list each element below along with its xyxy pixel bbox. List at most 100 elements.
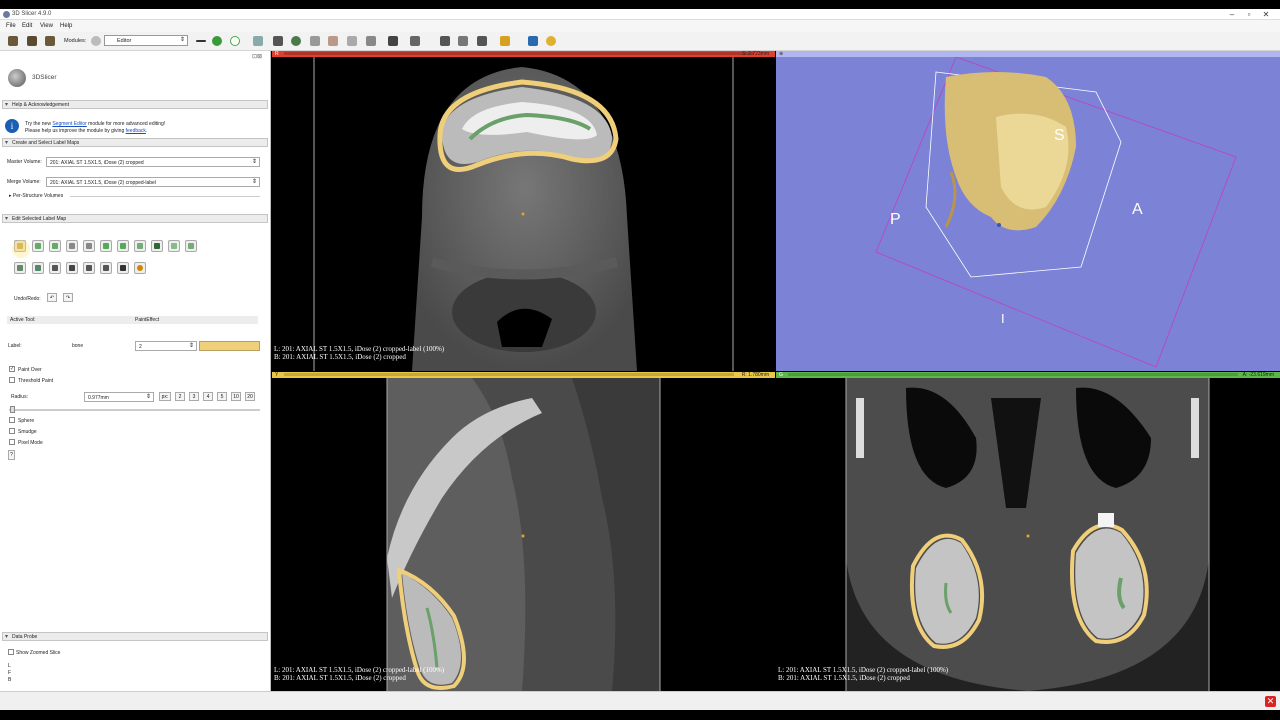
threshold-tool[interactable] xyxy=(100,240,112,252)
dilate-tool[interactable] xyxy=(151,240,163,252)
close-window-button[interactable]: ✕ xyxy=(1260,10,1272,19)
level-tracing-tool[interactable] xyxy=(49,240,61,252)
redo-icon[interactable]: ↷ xyxy=(63,293,73,302)
load-dicom-icon[interactable] xyxy=(27,36,37,46)
default-tool[interactable] xyxy=(134,262,146,274)
minimize-button[interactable]: – xyxy=(1226,10,1238,19)
3d-axis-s-label: S xyxy=(1054,127,1065,144)
fast-marching-tool[interactable] xyxy=(49,262,61,274)
radius-preset-20[interactable]: 20 xyxy=(245,392,255,401)
erode-tool[interactable] xyxy=(134,240,146,252)
maximize-button[interactable]: ▫ xyxy=(1243,10,1255,19)
module-history-icon[interactable] xyxy=(196,40,206,42)
help-section-header[interactable]: Help & Acknowledgement xyxy=(2,100,268,109)
place-fiducial-icon[interactable] xyxy=(500,36,510,46)
python-console-icon[interactable] xyxy=(528,36,538,46)
red-slice-view[interactable]: R S: 2.723mm L: 201: AXIAL ST 1.5X1.5, i… xyxy=(272,51,775,371)
active-tool-label: Active Tool: xyxy=(10,317,36,323)
draw-tool[interactable] xyxy=(32,240,44,252)
search-icon[interactable] xyxy=(91,36,101,46)
help-question-icon[interactable]: ? xyxy=(8,450,15,460)
per-structure-toggle[interactable]: ▸ Per-Structure Volumes xyxy=(9,193,63,199)
view-link-icon[interactable] xyxy=(458,36,468,46)
label-statistics-tool[interactable] xyxy=(100,262,112,274)
show-zoomed-slice-checkbox[interactable] xyxy=(8,649,14,655)
markups-icon[interactable] xyxy=(347,36,357,46)
grow-cut-tool[interactable] xyxy=(32,262,44,274)
yellow-slice-view[interactable]: Y R: 1.780mm L: 201: AXIAL ST 1.5X1.5, i… xyxy=(272,372,775,691)
panel-controls-icon[interactable]: ⊡⊠ xyxy=(252,53,262,60)
green-slice-slider[interactable] xyxy=(788,373,1238,376)
mouse-mode-icon[interactable] xyxy=(477,36,487,46)
yellow-slice-slider[interactable] xyxy=(284,373,734,376)
radius-preset-3[interactable]: 3 xyxy=(189,392,199,401)
radius-preset-4[interactable]: 4 xyxy=(203,392,213,401)
probe-line-b: B xyxy=(8,677,12,683)
undo-icon[interactable]: ↶ xyxy=(47,293,57,302)
save-island-tool[interactable] xyxy=(14,262,26,274)
error-log-icon[interactable]: ✕ xyxy=(1265,696,1276,707)
back-icon[interactable] xyxy=(212,36,222,46)
paint-over-label: Paint Over xyxy=(18,367,42,373)
green-slice-view[interactable]: G A: -23.619mm L: 201: AXIAL ST 1.5X1.5,… xyxy=(776,372,1280,691)
master-volume-label: Master Volume: xyxy=(7,159,42,165)
change-label-tool[interactable] xyxy=(117,240,129,252)
load-data-icon[interactable] xyxy=(8,36,18,46)
master-volume-select[interactable]: 201: AXIAL ST 1.5X1.5, iDose (2) cropped xyxy=(46,157,260,167)
edit-label-map-section-header[interactable]: Edit Selected Label Map xyxy=(2,214,268,223)
radius-preset-2[interactable]: 2 xyxy=(175,392,185,401)
divider xyxy=(70,196,260,197)
data-icon[interactable] xyxy=(273,36,283,46)
rectangle-tool[interactable] xyxy=(66,240,78,252)
island-tool[interactable] xyxy=(168,240,180,252)
paint-over-checkbox[interactable]: ✓ xyxy=(9,366,15,372)
transforms-icon[interactable] xyxy=(328,36,338,46)
sagittal-ct-image xyxy=(386,378,661,691)
pixel-mode-checkbox[interactable] xyxy=(9,439,15,445)
3d-axis-a-label: A xyxy=(1132,201,1143,218)
forward-icon[interactable] xyxy=(230,36,240,46)
screenshot-icon[interactable] xyxy=(440,36,450,46)
radius-preset-10[interactable]: 10 xyxy=(231,392,241,401)
merge-volume-label: Merge Volume: xyxy=(7,179,41,185)
editor-icon[interactable] xyxy=(366,36,376,46)
radius-spinbox[interactable]: 0.977mm xyxy=(84,392,154,402)
make-model-tool[interactable] xyxy=(83,262,95,274)
menu-view[interactable]: View xyxy=(40,23,53,29)
radius-slider-handle[interactable] xyxy=(10,406,15,413)
module-selector[interactable]: Editor xyxy=(104,35,188,46)
radius-unit-px[interactable]: px: xyxy=(159,392,171,401)
wand-effect-tool[interactable] xyxy=(117,262,129,274)
wand-tool[interactable] xyxy=(83,240,95,252)
red-slice-slider[interactable] xyxy=(284,52,754,55)
models-icon[interactable] xyxy=(310,36,320,46)
save-icon[interactable] xyxy=(45,36,55,46)
yellow-overlay-background-line: B: 201: AXIAL ST 1.5X1.5, iDose (2) crop… xyxy=(274,674,406,682)
feedback-link[interactable]: feedback xyxy=(126,128,146,134)
segment-editor-link[interactable]: Segment Editor xyxy=(52,121,86,127)
radius-slider-track[interactable] xyxy=(9,409,260,411)
crosshair-icon[interactable] xyxy=(410,36,420,46)
sphere-checkbox[interactable] xyxy=(9,417,15,423)
info-line-1: Try the new Segment Editor module for mo… xyxy=(25,121,166,127)
menu-file[interactable]: File xyxy=(6,23,16,29)
label-value-spinbox[interactable]: 2 xyxy=(135,341,197,351)
radius-preset-5[interactable]: 5 xyxy=(217,392,227,401)
python-icon[interactable] xyxy=(546,36,556,46)
identify-islands-tool[interactable] xyxy=(185,240,197,252)
menu-help[interactable]: Help xyxy=(60,23,72,29)
smudge-checkbox[interactable] xyxy=(9,428,15,434)
app-icon xyxy=(3,11,10,18)
watershed-tool[interactable] xyxy=(66,262,78,274)
layout-icon[interactable] xyxy=(388,36,398,46)
label-color-swatch[interactable] xyxy=(199,341,260,351)
merge-volume-select[interactable]: 201: AXIAL ST 1.5X1.5, iDose (2) cropped… xyxy=(46,177,260,187)
slicer-logo-text: 3DSlicer xyxy=(32,74,57,81)
threshold-paint-checkbox[interactable] xyxy=(9,377,15,383)
extension-icon[interactable] xyxy=(253,36,263,46)
data-probe-section-header[interactable]: Data Probe xyxy=(2,632,268,641)
volumes-icon[interactable] xyxy=(291,36,301,46)
create-select-section-header[interactable]: Create and Select Label Maps xyxy=(2,138,268,147)
menu-edit[interactable]: Edit xyxy=(22,23,32,29)
3d-view[interactable]: ⊕ S P A I xyxy=(776,51,1280,371)
